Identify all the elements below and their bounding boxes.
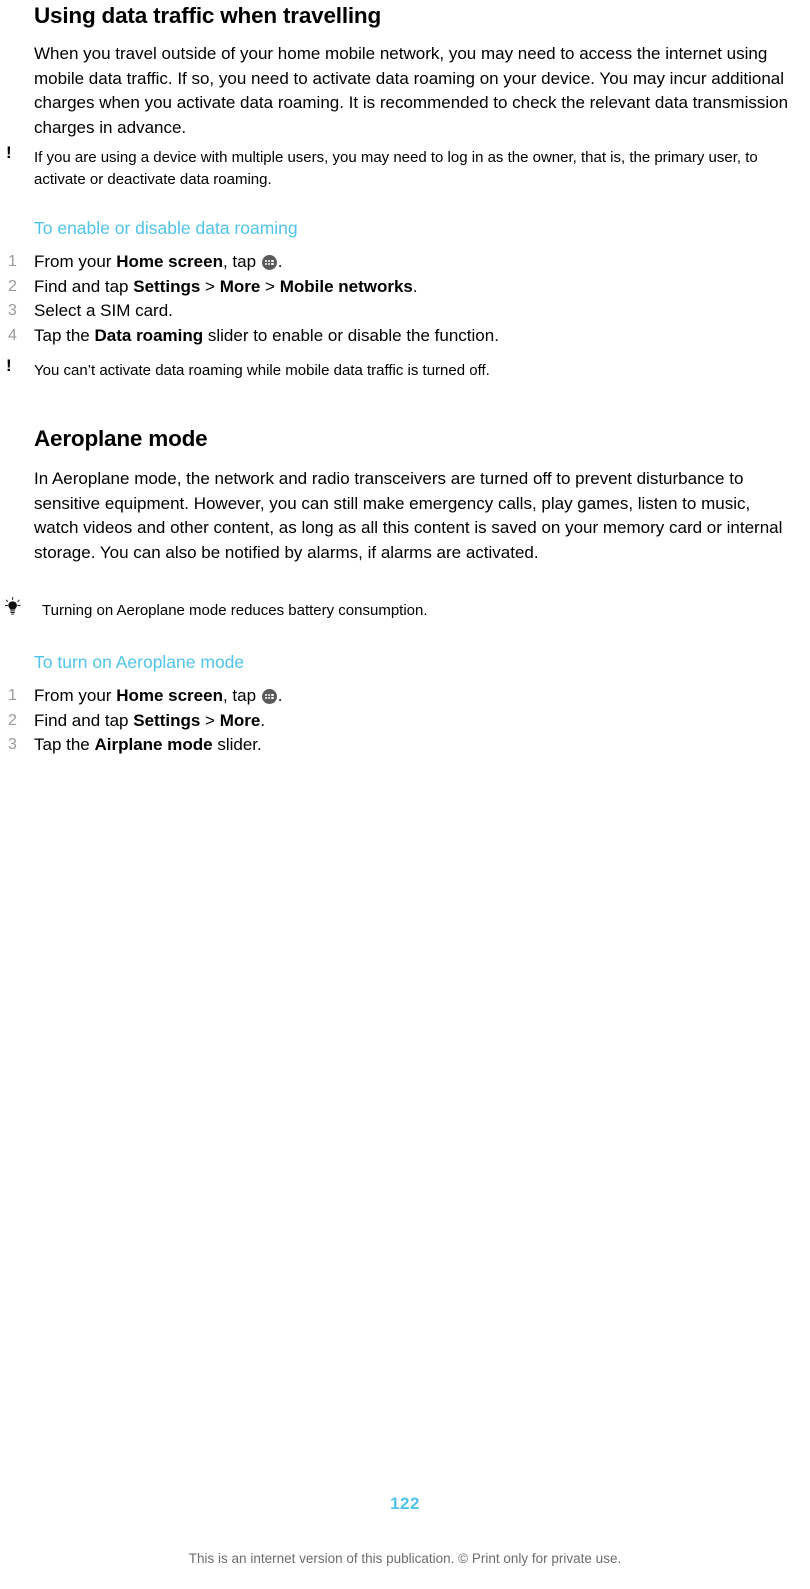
steps-list-aeroplane: 1 From your Home screen, tap . 2 Find an…	[0, 684, 810, 758]
step-bold-term: Data roaming	[94, 325, 204, 345]
page-title: Using data traffic when travelling	[34, 3, 382, 28]
app-drawer-icon	[261, 689, 277, 704]
section-one-note-2: You can’t activate data roaming while mo…	[34, 362, 490, 379]
steps-list-data-roaming: 1 From your Home screen, tap . 2 Find an…	[0, 250, 810, 348]
list-item: 3 Select a SIM card.	[0, 299, 810, 324]
list-item: 4 Tap the Data roaming slider to enable …	[0, 324, 810, 349]
step-number: 4	[8, 326, 17, 344]
page-number: 122	[390, 1494, 420, 1513]
step-number: 1	[8, 687, 17, 704]
step-text-pre: Find and tap	[34, 276, 134, 296]
app-drawer-icon	[261, 255, 277, 270]
section-two-tip: Turning on Aeroplane mode reduces batter…	[42, 602, 428, 619]
step-text-mid: , tap	[222, 686, 261, 705]
step-bold-term: Mobile networks	[279, 276, 413, 296]
step-text-mid: , tap	[222, 252, 261, 271]
step-number: 3	[8, 302, 17, 319]
step-bold-term: Settings	[133, 710, 201, 730]
section-one-note: If you are using a device with multiple …	[34, 149, 758, 188]
step-bold-term: Home screen	[116, 252, 223, 271]
step-bold-term: Airplane mode	[94, 735, 213, 754]
list-item: 1 From your Home screen, tap .	[0, 684, 810, 709]
step-separator: >	[200, 276, 220, 296]
step-bold-term: More	[219, 276, 261, 296]
step-text-post: .	[260, 710, 266, 730]
step-text-pre: Find and tap	[34, 710, 134, 730]
exclamation-icon: !	[6, 356, 12, 375]
procedure-heading-aeroplane: To turn on Aeroplane mode	[34, 652, 245, 672]
list-item: 2 Find and tap Settings > More > Mobile …	[0, 275, 810, 300]
step-text: Tap the Data roaming slider to enable or…	[34, 324, 499, 349]
step-text-post: slider.	[212, 735, 262, 754]
lightbulb-icon	[5, 597, 21, 615]
step-text-post: .	[412, 276, 418, 296]
step-text-pre: From your	[34, 252, 117, 271]
procedure-heading-data-roaming: To enable or disable data roaming	[34, 218, 298, 238]
step-text: Find and tap Settings > More.	[34, 709, 265, 734]
step-number: 2	[8, 711, 17, 729]
section-two-title: Aeroplane mode	[34, 426, 208, 451]
step-bold-term: More	[219, 710, 261, 730]
step-separator: >	[200, 710, 220, 730]
step-number: 1	[8, 253, 17, 270]
step-text-pre: Select a SIM card.	[34, 301, 173, 320]
step-text: Tap the Airplane mode slider.	[34, 733, 262, 758]
step-text-post: .	[277, 686, 283, 705]
step-number: 3	[8, 736, 17, 753]
step-text-post: slider to enable or disable the function…	[203, 325, 499, 345]
step-bold-term: Settings	[133, 276, 201, 296]
list-item: 2 Find and tap Settings > More.	[0, 709, 810, 734]
step-separator: >	[260, 276, 280, 296]
step-text: Select a SIM card.	[34, 299, 173, 324]
step-text: From your Home screen, tap .	[34, 684, 283, 709]
section-one-body: When you travel outside of your home mob…	[34, 44, 789, 137]
exclamation-icon: !	[6, 143, 12, 162]
list-item: 3 Tap the Airplane mode slider.	[0, 733, 810, 758]
document-page: Using data traffic when travelling When …	[0, 0, 810, 1589]
list-item: 1 From your Home screen, tap .	[0, 250, 810, 275]
footer-copyright: This is an internet version of this publ…	[188, 1551, 622, 1566]
step-text: From your Home screen, tap .	[34, 250, 283, 275]
step-text-post: .	[277, 252, 283, 271]
section-two-body: In Aeroplane mode, the network and radio…	[34, 469, 783, 562]
step-text-pre: From your	[34, 686, 117, 705]
step-bold-term: Home screen	[116, 686, 223, 705]
step-text: Find and tap Settings > More > Mobile ne…	[34, 275, 418, 300]
step-number: 2	[8, 277, 17, 295]
step-text-pre: Tap the	[34, 325, 95, 345]
step-text-pre: Tap the	[34, 735, 95, 754]
